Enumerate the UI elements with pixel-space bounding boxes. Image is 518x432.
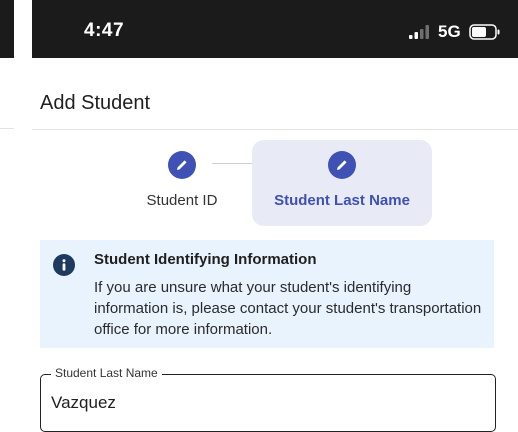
student-last-name-field[interactable]: Student Last Name (40, 366, 496, 432)
step-1-circle (168, 151, 196, 179)
step-2-circle (328, 151, 356, 179)
info-title: Student Identifying Information (94, 251, 317, 268)
info-icon (53, 254, 75, 276)
status-time: 4:47 (84, 20, 125, 41)
info-glyph (62, 259, 66, 271)
screen-gap (14, 0, 32, 432)
pencil-icon (337, 160, 347, 170)
field-label: Student Last Name (51, 366, 162, 380)
student-last-name-input[interactable] (51, 391, 481, 415)
step-student-last-name[interactable]: Student Last Name (252, 140, 432, 226)
status-bar: 4:47 5G (32, 0, 518, 58)
previous-screen-status-bar (0, 0, 14, 58)
info-body: If you are unsure what your student's id… (94, 279, 482, 338)
phone-screen: 4:47 5G Add Student Student ID Student L… (32, 0, 518, 432)
signal-bars-icon (409, 25, 429, 39)
battery-icon (469, 24, 500, 40)
page-title: Add Student (40, 92, 151, 114)
previous-screen-edge (0, 0, 14, 432)
app-header: Add Student (32, 58, 518, 130)
step-label: Student Last Name (274, 192, 410, 209)
network-type: 5G (438, 22, 461, 41)
previous-screen-divider (0, 128, 14, 129)
step-student-id[interactable]: Student ID (122, 140, 242, 226)
info-alert: Student Identifying Information If you a… (40, 240, 494, 348)
stepper: Student ID Student Last Name (32, 130, 518, 230)
step-label: Student ID (146, 192, 218, 209)
pencil-icon (177, 160, 187, 170)
